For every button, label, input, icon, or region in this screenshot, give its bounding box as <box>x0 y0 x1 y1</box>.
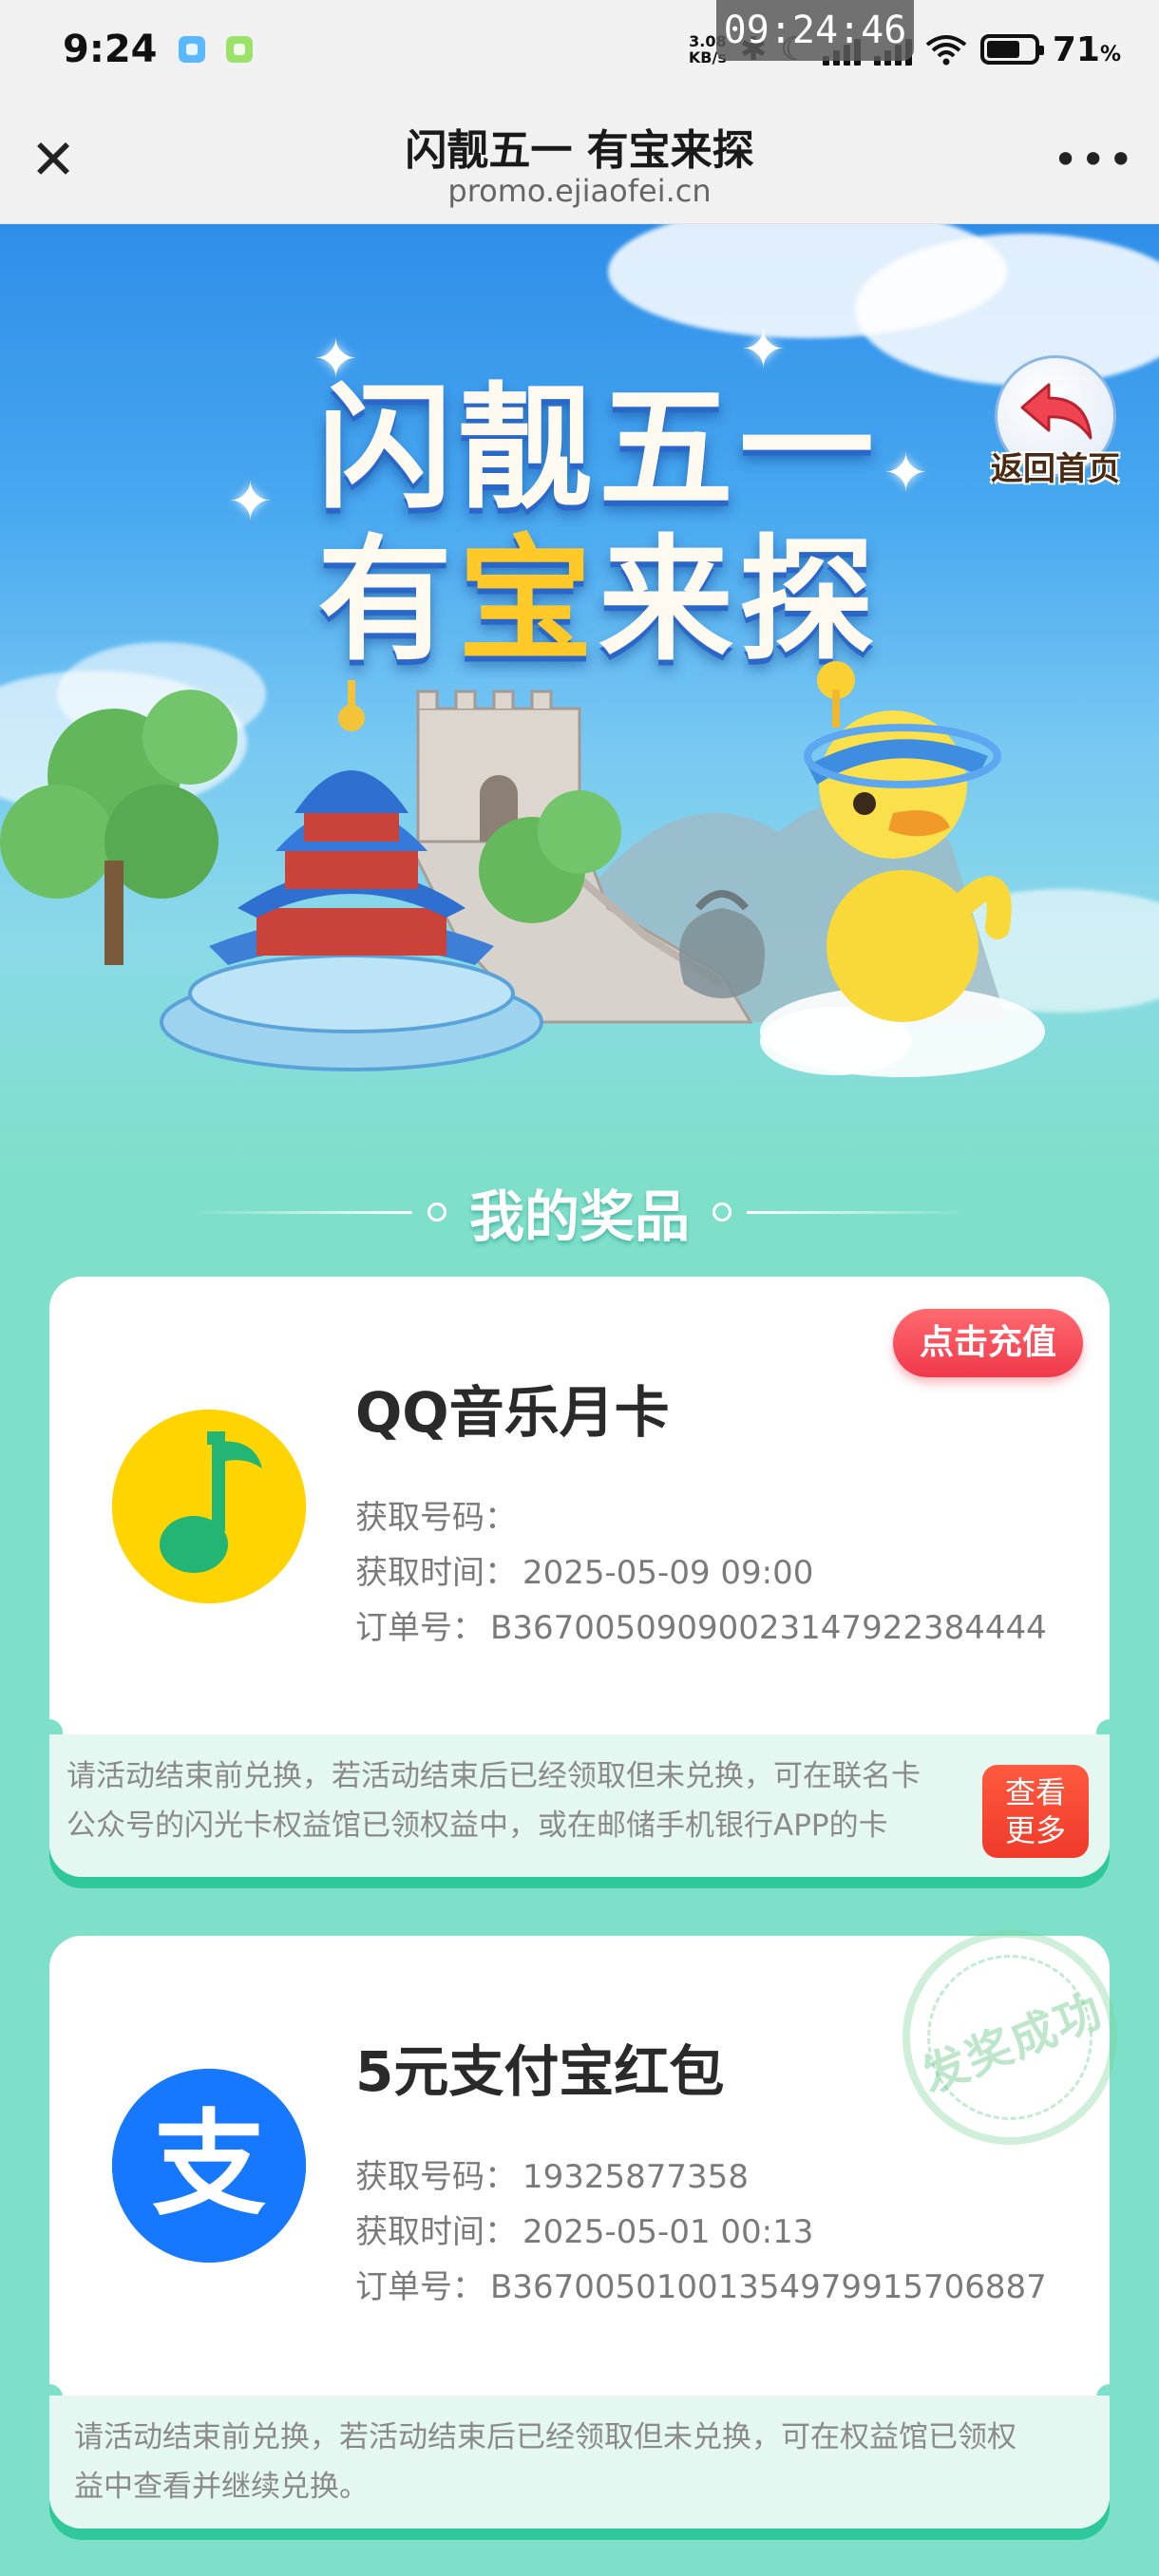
award-success-stamp: 发奖成功 <box>869 1897 1150 2178</box>
divider <box>747 1210 965 1214</box>
notice-line: 请活动结束前兑换，若活动结束后已经领取但未兑换，可在权益馆已领权 <box>74 2420 1016 2454</box>
svg-text:支: 支 <box>152 2099 266 2231</box>
browser-header: ✕ 闪靓五一 有宝来探 promo.ejiaofei.cn ••• <box>0 99 1159 224</box>
notice-line: 益中查看并继续兑换。 <box>74 2470 369 2504</box>
back-home-button[interactable]: 返回首页 <box>984 355 1127 517</box>
hero-illustration <box>0 661 1045 1077</box>
page-title: 闪靓五一 有宝来探 <box>405 126 754 175</box>
wifi-icon <box>925 35 967 66</box>
alipay-icon: 支 <box>112 2069 306 2263</box>
section-title: 我的奖品 <box>468 1184 690 1249</box>
prize-order: 订单号： B36700509090023147922384444 <box>355 1609 1047 1647</box>
divider <box>193 1210 412 1214</box>
sparkle-icon: ✦ <box>228 471 273 533</box>
section-header: 我的奖品 <box>0 1174 1159 1250</box>
prize-name: 5元支付宝红包 <box>355 2039 725 2104</box>
card-notice: 请活动结束前兑换，若活动结束后已经领取但未兑换，可在联名卡 公众号的闪光卡权益馆… <box>49 1734 1110 1877</box>
prize-card: 发奖成功 支 5元支付宝红包 获取号码： 19325877358 获取时间： 202… <box>36 1897 1150 2529</box>
app-notification-icon <box>178 36 205 63</box>
more-options-button[interactable]: ••• <box>1053 133 1133 186</box>
status-time: 9:24 <box>63 28 158 71</box>
qq-music-icon <box>112 1410 306 1603</box>
decor-circle <box>427 1203 446 1222</box>
prize-order: 订单号： B36700501001354979915706887 <box>355 2268 1047 2306</box>
prize-name: QQ音乐月卡 <box>355 1380 670 1445</box>
prize-card: 点击充值 QQ音乐月卡 获取号码： 获取时间： 2025-05-09 09:00 … <box>36 1277 1123 1877</box>
wechat-icon <box>225 36 253 63</box>
back-home-label: 返回首页 <box>991 450 1120 488</box>
page-url: promo.ejiaofei.cn <box>447 173 712 209</box>
notice-line: 公众号的闪光卡权益馆已领权益中，或在邮储手机银行APP的卡 <box>66 1809 888 1843</box>
notice-line: 请活动结束前兑换，若活动结束后已经领取但未兑换，可在联名卡 <box>66 1759 921 1793</box>
prize-code: 获取号码： <box>355 1499 517 1537</box>
status-bar: 9:24 3.08 KB/s ✱ ☾ 71% <box>0 0 1159 99</box>
prize-time: 获取时间： 2025-05-01 00:13 <box>355 2213 814 2251</box>
clock-overlay: 09:24:46 <box>716 0 914 61</box>
card-notice: 请活动结束前兑换，若活动结束后已经领取但未兑换，可在权益馆已领权 益中查看并继续… <box>49 2396 1110 2529</box>
prize-code: 获取号码： 19325877358 <box>355 2158 749 2196</box>
prize-time: 获取时间： 2025-05-09 09:00 <box>355 1554 814 1592</box>
battery-icon <box>979 34 1044 65</box>
recharge-button[interactable]: 点击充值 <box>893 1309 1083 1377</box>
battery-percent: 71% <box>1052 29 1121 69</box>
view-more-button[interactable]: 查看 更多 <box>982 1765 1089 1858</box>
decor-circle <box>712 1203 732 1222</box>
hero-banner: ✦ ✦ ✦ ✦ 闪靓五一 有宝来探 返回首页 <box>0 224 1159 1174</box>
